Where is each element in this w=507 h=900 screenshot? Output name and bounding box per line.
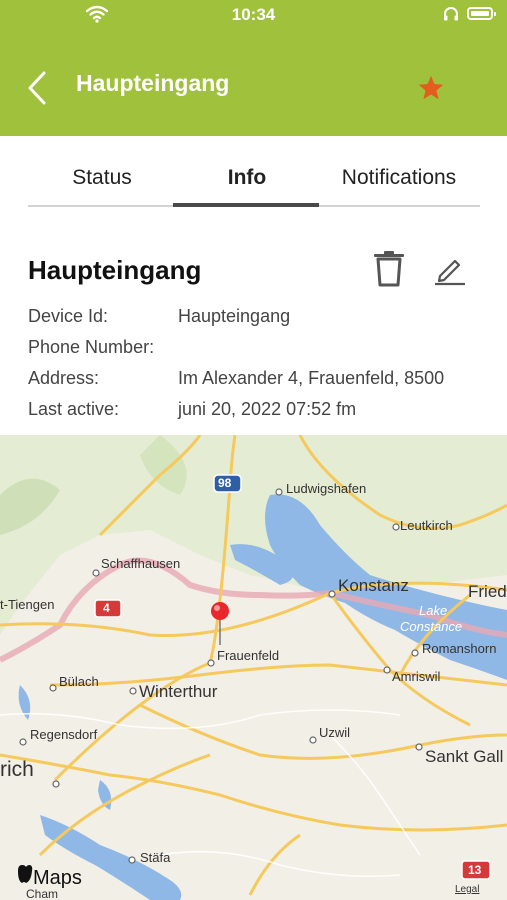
map-label-uzwil: Uzwil [319, 725, 351, 740]
map-label-friedrichshafen: Fried [468, 582, 507, 601]
map-label-lake: Lake [419, 603, 448, 618]
maps-attribution: Maps [33, 867, 82, 889]
map-label-leutkirch: Leutkirch [400, 518, 453, 533]
map-label-winterthur: Winterthur [139, 682, 218, 701]
tab-bar: Status Info Notifications [28, 136, 480, 208]
tab-notifications[interactable]: Notifications [324, 166, 474, 190]
tab-info[interactable]: Info [173, 166, 321, 190]
device-title: Haupteingang [28, 255, 202, 285]
map-label-tiengen: t-Tiengen [0, 597, 55, 612]
route-shield-98: 98 [218, 476, 232, 490]
status-bar: 10:34 [0, 0, 507, 30]
map-label-frauenfeld: Frauenfeld [217, 648, 280, 663]
value-address: Im Alexander 4, Frauenfeld, 8500 [178, 368, 445, 388]
route-shield-13: 13 [468, 863, 482, 877]
map-label-stafa: Stäfa [140, 850, 171, 865]
map-label-romanshorn: Romanshorn [422, 641, 497, 656]
map-label-bulach: Bülach [59, 674, 99, 689]
label-address: Address: [28, 368, 100, 388]
map-label-ludwigshafen: Ludwigshafen [286, 481, 367, 496]
value-device-id: Haupteingang [178, 306, 291, 326]
location-map[interactable]: 98 4 13 Ludwigshafen Leutkirch Schaffhau… [0, 435, 507, 900]
edit-pencil-icon[interactable] [434, 254, 466, 286]
battery-icon [467, 7, 496, 20]
map-label-zurich: rich [0, 758, 34, 781]
headphones-icon [444, 7, 458, 21]
favorite-star-icon[interactable] [417, 74, 445, 102]
map-label-sankt-gallen: Sankt Gall [425, 747, 504, 766]
status-time: 10:34 [231, 5, 276, 24]
map-canvas [0, 435, 507, 900]
page-title: Haupteingang [76, 70, 230, 96]
label-phone-number: Phone Number: [28, 337, 155, 357]
app-header: 10:34 Haupteingang [0, 0, 507, 136]
value-last-active: juni 20, 2022 07:52 fm [178, 399, 357, 419]
label-device-id: Device Id: [28, 306, 109, 326]
back-chevron-icon[interactable] [26, 70, 48, 106]
map-label-schaffhausen: Schaffhausen [101, 556, 181, 571]
map-label-konstanz: Konstanz [338, 576, 409, 595]
map-label-amriswil: Amriswil [392, 669, 441, 684]
map-legal-link[interactable]: Legal [455, 884, 479, 895]
label-last-active: Last active: [28, 399, 120, 419]
map-label-constance: Constance [400, 619, 463, 634]
map-label-regensdorf: Regensdorf [30, 727, 98, 742]
tab-active-indicator [173, 203, 319, 207]
route-shield-4: 4 [103, 601, 110, 615]
tab-status[interactable]: Status [28, 166, 176, 190]
trash-icon[interactable] [373, 251, 405, 287]
